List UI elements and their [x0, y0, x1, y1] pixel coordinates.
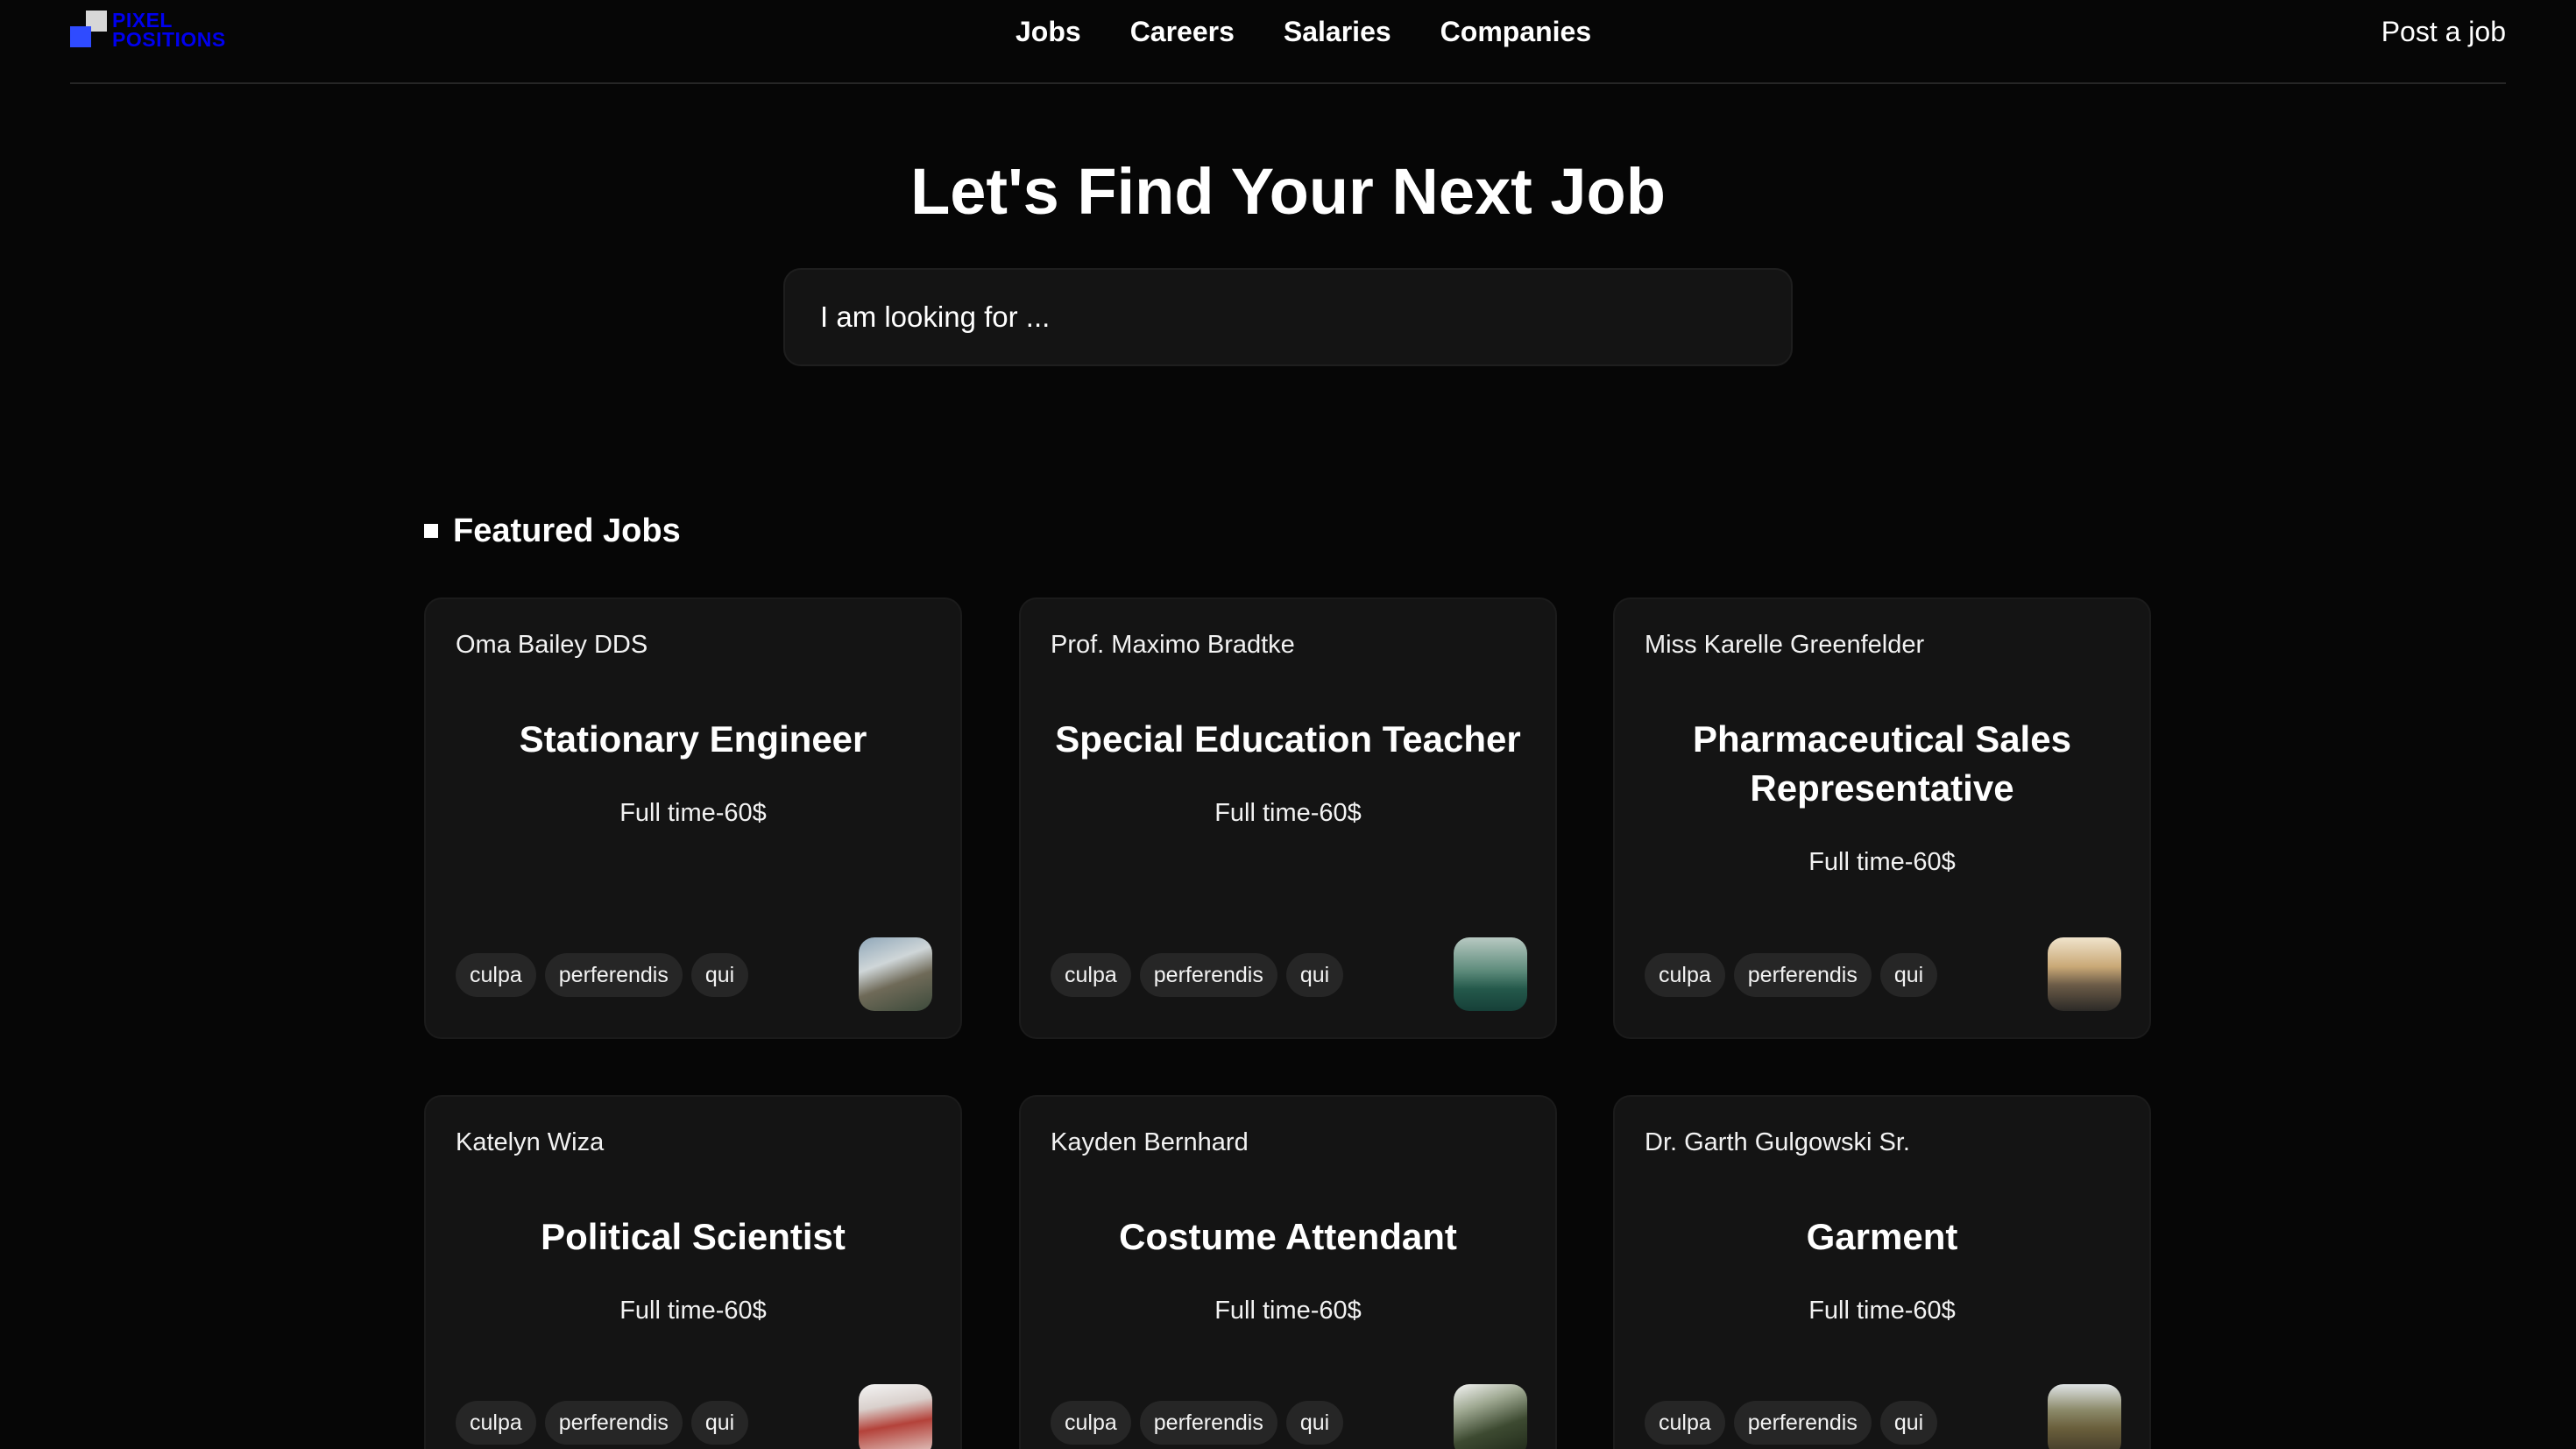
post-job-link[interactable]: Post a job [2381, 14, 2506, 49]
employer-logo-image [2048, 937, 2121, 1011]
hero-title: Let's Find Your Next Job [910, 155, 1666, 228]
navbar: PIXEL POSITIONS Jobs Careers Salaries Co… [70, 0, 2506, 84]
job-title[interactable]: Stationary Engineer [452, 715, 934, 764]
tag[interactable]: qui [690, 953, 749, 997]
tag[interactable]: qui [690, 1401, 749, 1445]
tag[interactable]: perferendis [1139, 1401, 1277, 1445]
featured-title: Featured Jobs [453, 512, 681, 549]
job-title[interactable]: Garment [1641, 1212, 2123, 1262]
job-card[interactable]: Kayden Bernhard Costume Attendant Full t… [1019, 1095, 1557, 1449]
page: PIXEL POSITIONS Jobs Careers Salaries Co… [0, 0, 2576, 1449]
employer-logo-image [859, 1384, 932, 1449]
nav-link-careers[interactable]: Careers [1130, 14, 1235, 49]
job-card[interactable]: Katelyn Wiza Political Scientist Full ti… [424, 1095, 962, 1449]
job-title[interactable]: Pharmaceutical Sales Representative [1641, 715, 2123, 813]
job-tags: culpa perferendis qui [456, 953, 749, 997]
tag[interactable]: culpa [456, 1401, 536, 1445]
job-employer: Oma Bailey DDS [456, 631, 648, 659]
tag[interactable]: perferendis [1733, 1401, 1872, 1445]
tag[interactable]: qui [1285, 953, 1344, 997]
nav-link-jobs[interactable]: Jobs [1016, 14, 1081, 49]
job-tags: culpa perferendis qui [1645, 953, 1938, 997]
logo-link[interactable]: PIXEL POSITIONS [70, 11, 237, 53]
logo-text: PIXEL POSITIONS [112, 9, 226, 51]
square-bullet-icon [424, 524, 438, 538]
logo-icon [70, 11, 112, 53]
featured-heading: Featured Jobs [424, 512, 681, 550]
tag[interactable]: culpa [1051, 1401, 1131, 1445]
tag[interactable]: culpa [1645, 953, 1725, 997]
logo-line-2: POSITIONS [112, 28, 226, 51]
job-salary: Full time-60$ [1808, 848, 1956, 876]
tag[interactable]: perferendis [544, 1401, 683, 1445]
nav-link-companies[interactable]: Companies [1440, 14, 1591, 49]
tag[interactable]: perferendis [544, 953, 683, 997]
job-card[interactable]: Miss Karelle Greenfelder Pharmaceutical … [1613, 597, 2151, 1039]
employer-logo-image [1454, 937, 1527, 1011]
logo-line-1: PIXEL [112, 9, 173, 32]
employer-logo-image [2048, 1384, 2121, 1449]
employer-logo-image [859, 937, 932, 1011]
tag[interactable]: perferendis [1139, 953, 1277, 997]
job-employer: Miss Karelle Greenfelder [1645, 631, 1925, 659]
job-salary: Full time-60$ [619, 1297, 767, 1325]
tag[interactable]: qui [1285, 1401, 1344, 1445]
job-tags: culpa perferendis qui [456, 1401, 749, 1445]
job-tags: culpa perferendis qui [1645, 1401, 1938, 1445]
job-employer: Dr. Garth Gulgowski Sr. [1645, 1128, 1910, 1156]
employer-logo-image [1454, 1384, 1527, 1449]
job-salary: Full time-60$ [1214, 799, 1362, 827]
main-nav: Jobs Careers Salaries Companies [1016, 14, 1591, 49]
job-employer: Prof. Maximo Bradtke [1051, 631, 1295, 659]
job-title[interactable]: Political Scientist [452, 1212, 934, 1262]
job-tags: culpa perferendis qui [1051, 953, 1344, 997]
job-employer: Kayden Bernhard [1051, 1128, 1249, 1156]
job-tags: culpa perferendis qui [1051, 1401, 1344, 1445]
job-salary: Full time-60$ [619, 799, 767, 827]
job-salary: Full time-60$ [1808, 1297, 1956, 1325]
nav-link-salaries[interactable]: Salaries [1284, 14, 1391, 49]
job-title[interactable]: Special Education Teacher [1047, 715, 1529, 764]
tag[interactable]: perferendis [1733, 953, 1872, 997]
job-salary: Full time-60$ [1214, 1297, 1362, 1325]
tag[interactable]: culpa [456, 953, 536, 997]
job-card[interactable]: Prof. Maximo Bradtke Special Education T… [1019, 597, 1557, 1039]
job-employer: Katelyn Wiza [456, 1128, 605, 1156]
tag[interactable]: culpa [1645, 1401, 1725, 1445]
tag[interactable]: qui [1879, 1401, 1938, 1445]
job-card[interactable]: Oma Bailey DDS Stationary Engineer Full … [424, 597, 962, 1039]
job-card[interactable]: Dr. Garth Gulgowski Sr. Garment Full tim… [1613, 1095, 2151, 1449]
tag[interactable]: qui [1879, 953, 1938, 997]
job-title[interactable]: Costume Attendant [1047, 1212, 1529, 1262]
search-input[interactable] [783, 268, 1793, 366]
tag[interactable]: culpa [1051, 953, 1131, 997]
